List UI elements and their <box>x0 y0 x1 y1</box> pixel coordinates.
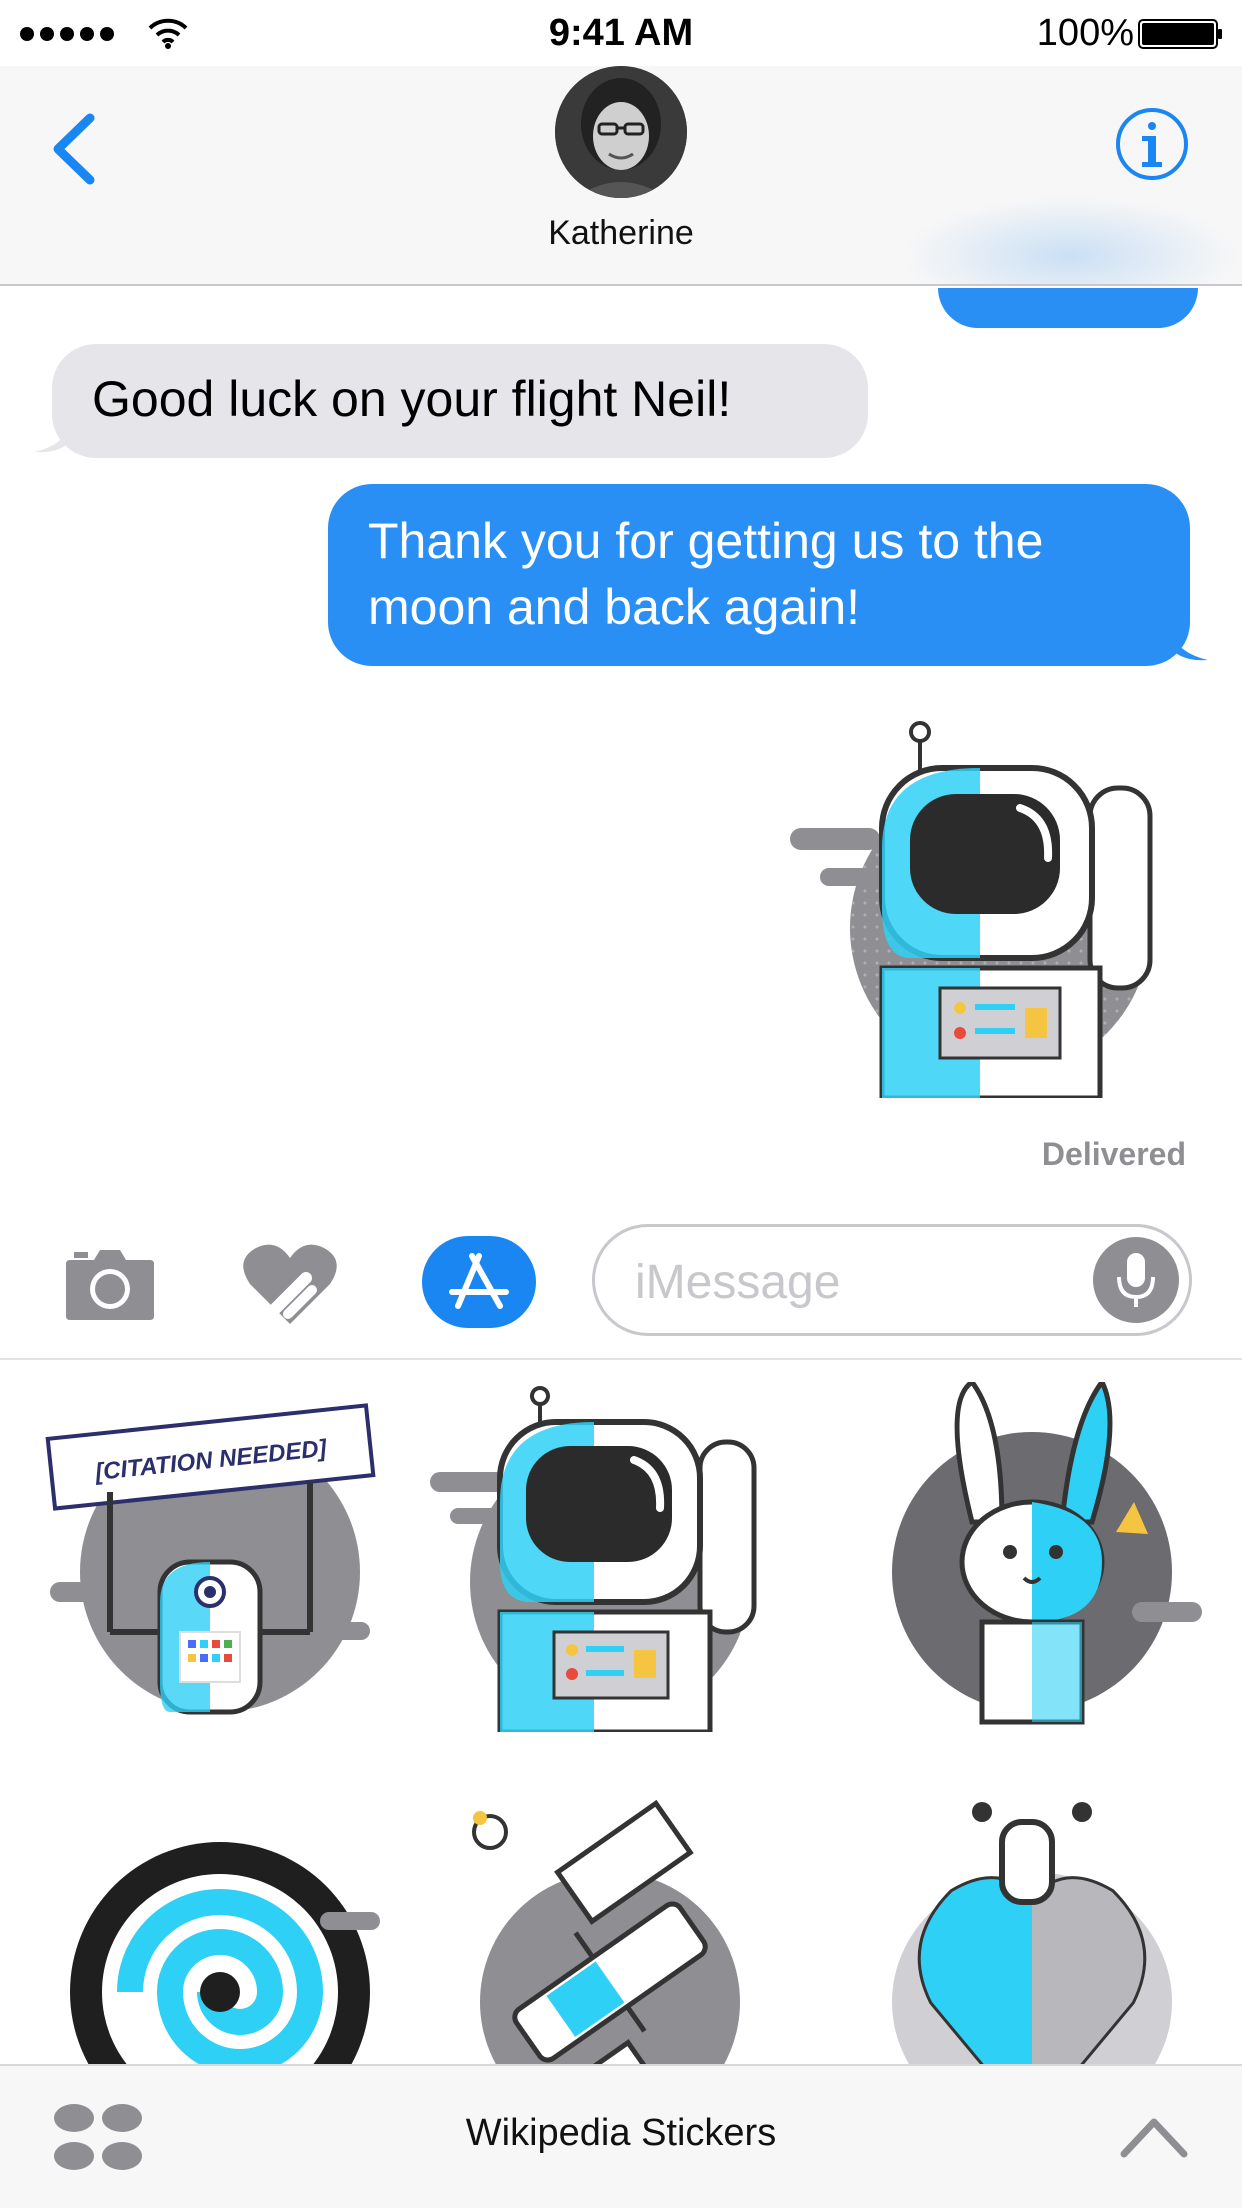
app-bar: Wikipedia Stickers <box>0 2064 1242 2208</box>
imessage-input[interactable] <box>635 1249 1075 1315</box>
astronaut-sticker[interactable] <box>790 708 1190 1098</box>
bubble-tail <box>1168 622 1208 661</box>
contact-photo <box>555 66 687 198</box>
input-bar <box>0 1212 1242 1360</box>
bubble-tail <box>34 414 74 453</box>
heart-sticker[interactable] <box>852 1782 1212 2066</box>
partial-sent-bubble <box>938 288 1198 328</box>
conversation-header: Katherine <box>0 66 1242 286</box>
microphone-button[interactable] <box>1093 1237 1179 1323</box>
received-message-text: Good luck on your flight Neil! <box>92 371 732 427</box>
contact-name[interactable]: Katherine <box>0 214 1242 253</box>
app-store-button[interactable] <box>422 1236 536 1328</box>
delivery-status: Delivered <box>1041 1136 1186 1172</box>
sticker-drawer: [CITATION NEEDED] <box>0 1362 1242 2066</box>
back-chevron-icon[interactable] <box>40 104 110 194</box>
received-message-bubble[interactable]: Good luck on your flight Neil! <box>52 344 868 458</box>
app-store-icon <box>449 1253 509 1309</box>
info-circle-icon[interactable] <box>1114 106 1190 182</box>
rabbit-sticker[interactable] <box>852 1382 1212 1732</box>
microphone-icon <box>1117 1253 1155 1307</box>
space-station-sticker[interactable] <box>430 1782 790 2066</box>
sent-message-bubble[interactable]: Thank you for getting us to the moon and… <box>328 484 1190 666</box>
app-bar-title: Wikipedia Stickers <box>465 2112 777 2154</box>
camera-icon[interactable] <box>62 1242 158 1324</box>
chevron-up-icon[interactable] <box>1116 2106 1192 2166</box>
message-list: Good luck on your flight Neil! Thank you… <box>0 288 1242 1228</box>
avatar[interactable] <box>555 66 687 198</box>
status-bar: 9:41 AM 100% <box>0 0 1242 66</box>
astronaut-sticker[interactable] <box>430 1382 790 1732</box>
message-input-field[interactable] <box>592 1224 1192 1336</box>
digital-touch-heart-icon[interactable] <box>240 1238 340 1328</box>
citation-needed-robot-sticker[interactable]: [CITATION NEEDED] <box>30 1382 390 1732</box>
battery-icon <box>1138 19 1222 49</box>
sent-message-text-line: Thank you for getting us to the <box>368 513 1044 569</box>
battery-percentage: 100% <box>1036 12 1134 54</box>
sent-message-text-line: moon and back again! <box>368 579 861 635</box>
galaxy-sticker[interactable] <box>30 1782 390 2066</box>
